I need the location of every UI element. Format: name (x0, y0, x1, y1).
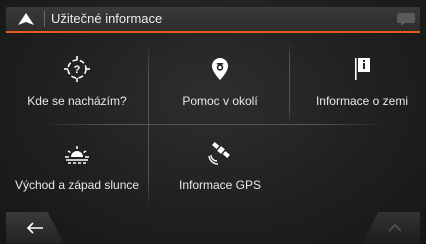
sunrise-icon (65, 146, 89, 164)
navigation-arrow-icon[interactable] (16, 12, 36, 26)
header-bar: Užitečné informace (6, 7, 420, 31)
chat-bubble-icon[interactable] (396, 10, 416, 28)
chevron-up-icon (388, 224, 402, 232)
tile-label: Kde se nacházím? (27, 94, 127, 108)
grid-divider-horizontal (40, 124, 386, 125)
title-separator (44, 11, 45, 27)
tile-sunrise-sunset[interactable]: Východ a západ slunce (6, 128, 148, 208)
tile-help-nearby[interactable]: Pomoc v okolí (149, 44, 291, 124)
tile-gps-info[interactable]: Informace GPS (149, 128, 291, 208)
back-button[interactable] (6, 212, 64, 244)
back-arrow-icon (26, 222, 43, 234)
scroll-up-button[interactable] (362, 212, 420, 244)
tile-label: Informace GPS (178, 178, 262, 192)
location-target-icon: ? (64, 56, 90, 82)
header-accent-line (6, 31, 420, 33)
help-pin-icon (212, 58, 228, 80)
tile-label: Informace o zemi (315, 94, 409, 108)
page-title: Užitečné informace (51, 11, 163, 26)
tile-label: Pomoc v okolí (182, 94, 258, 108)
gps-satellite-icon (208, 142, 230, 165)
svg-text:?: ? (74, 64, 81, 76)
tile-where-am-i[interactable]: ? Kde se nacházím? (6, 44, 148, 124)
tile-label: Východ a západ slunce (14, 178, 140, 192)
tile-country-info[interactable]: Informace o zemi (291, 44, 426, 124)
bottom-bar (0, 212, 426, 244)
country-info-flag-icon (355, 58, 370, 80)
screen: Užitečné informace ? Kde se nacházím? Po… (0, 0, 426, 244)
